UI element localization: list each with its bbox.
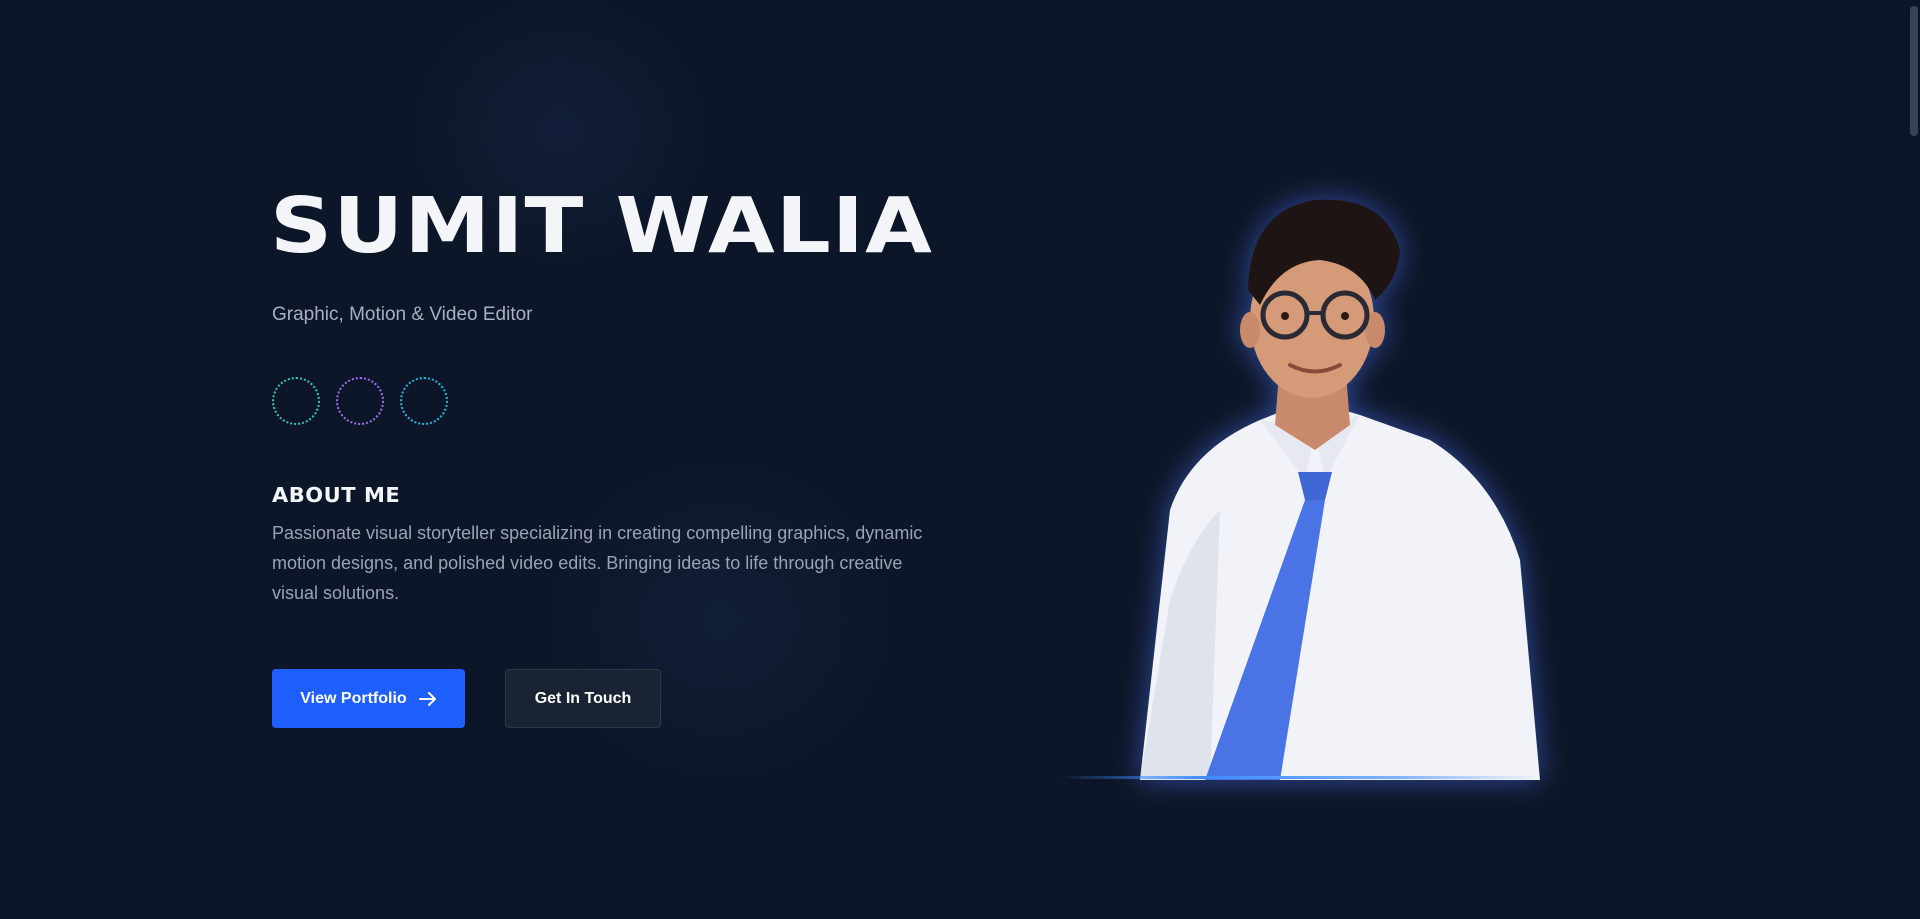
view-portfolio-label: View Portfolio [300, 689, 407, 707]
get-in-touch-button[interactable]: Get In Touch [505, 669, 661, 728]
photo-glow-line [1060, 776, 1540, 779]
social-links [272, 377, 448, 425]
social-icon-2[interactable] [336, 377, 384, 425]
about-text: Passionate visual storyteller specializi… [272, 523, 923, 603]
about-heading: ABOUT ME [272, 483, 401, 507]
social-icon-3[interactable] [400, 377, 448, 425]
arrow-right-icon [418, 691, 436, 706]
view-portfolio-button[interactable]: View Portfolio [272, 669, 465, 728]
page-scrollbar[interactable] [1908, 0, 1920, 919]
hero-subtitle: Graphic, Motion & Video Editor [272, 304, 533, 325]
profile-photo [1060, 180, 1540, 780]
social-icon-1[interactable] [272, 377, 320, 425]
portrait-illustration [1140, 199, 1540, 780]
hero-section: SUMIT WALIA Graphic, Motion & Video Edit… [0, 0, 1920, 919]
get-in-touch-label: Get In Touch [534, 689, 632, 707]
hero-name: SUMIT WALIA [270, 182, 934, 271]
scrollbar-thumb[interactable] [1910, 6, 1918, 136]
